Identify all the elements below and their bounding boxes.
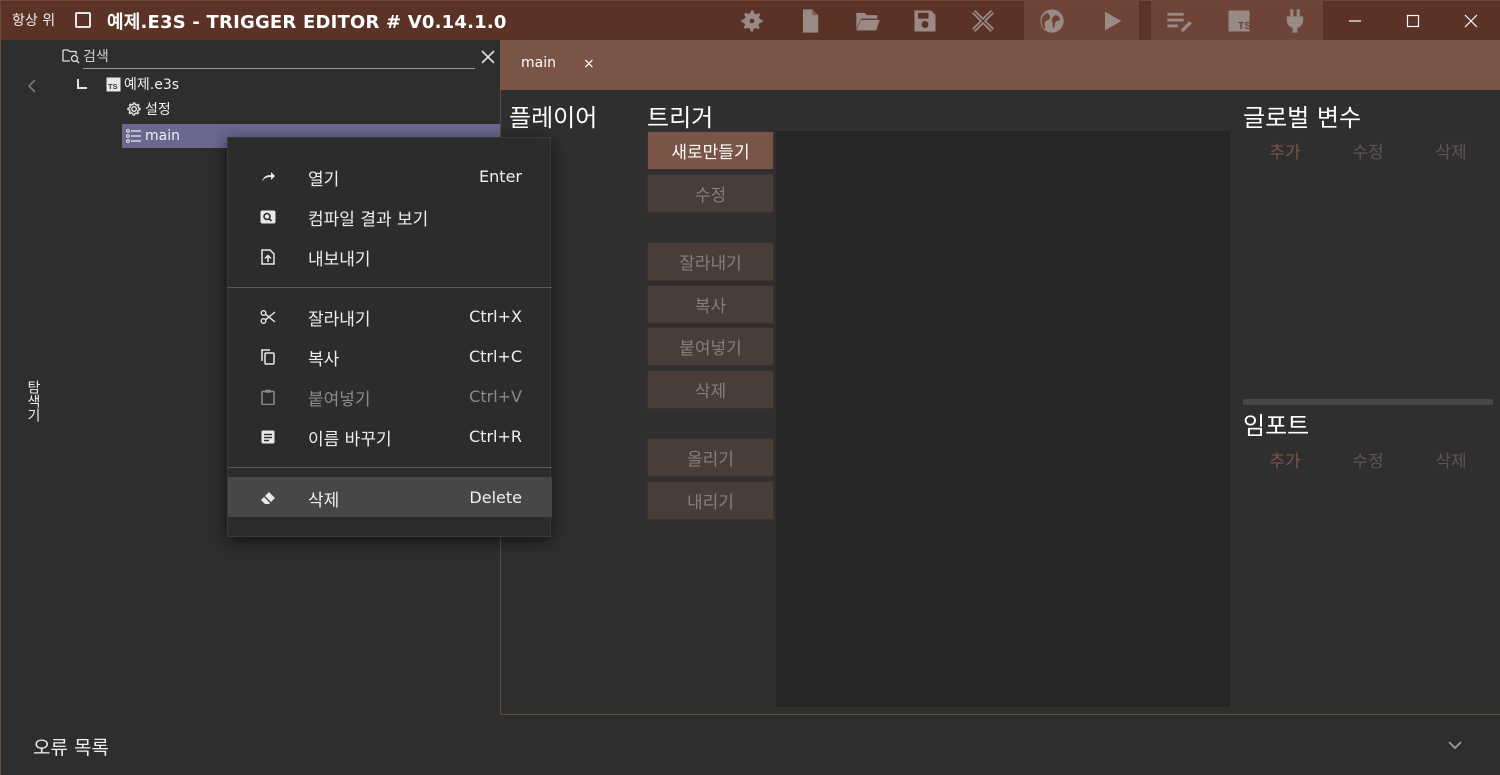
open-folder-icon[interactable] (852, 5, 884, 37)
always-on-top-label: 항상 위 (12, 13, 56, 29)
menu-item-cut[interactable]: 잘라내기 Ctrl+X (228, 296, 552, 336)
import-add-button[interactable]: 추가 (1250, 447, 1320, 472)
menu-item-rename[interactable]: 이름 바꾸기 Ctrl+R (228, 416, 552, 456)
player-section-title: 플레이어 (509, 104, 598, 132)
menu-item-open[interactable]: 열기 Enter (228, 156, 552, 196)
play-icon[interactable] (1096, 5, 1128, 37)
scissors-icon (259, 308, 277, 326)
trigger-section-title: 트리거 (647, 104, 714, 132)
open-arrow-icon (259, 168, 277, 186)
eraser-icon (259, 489, 277, 507)
tab-close-button[interactable]: × (583, 56, 595, 72)
copy-icon (259, 348, 277, 366)
paste-trigger-button[interactable]: 붙여넣기 (647, 327, 774, 366)
edit-trigger-button[interactable]: 수정 (647, 174, 774, 213)
edit-list-icon[interactable] (1163, 5, 1195, 37)
tree-item-label: 예제.e3s (124, 77, 180, 93)
menu-separator (228, 467, 552, 468)
window-title: 예제.E3S - TRIGGER EDITOR # V0.14.1.0 (107, 12, 507, 33)
move-up-button[interactable]: 올리기 (647, 438, 774, 477)
delete-trigger-button[interactable]: 삭제 (647, 370, 774, 409)
list-icon (126, 128, 142, 144)
tree-expand-icon[interactable] (77, 79, 87, 89)
menu-item-label: 열기 (308, 170, 340, 190)
global-vars-title: 글로벌 변수 (1243, 104, 1362, 132)
menu-item-shortcut: Ctrl+R (469, 427, 522, 446)
minimize-button[interactable] (1331, 1, 1379, 40)
search-input[interactable] (83, 45, 475, 69)
menu-separator (228, 287, 552, 288)
new-trigger-button[interactable]: 새로만들기 (647, 131, 774, 170)
rename-icon (259, 428, 277, 446)
menu-item-shortcut: Ctrl+V (469, 387, 522, 406)
globe-icon[interactable] (1036, 5, 1068, 37)
import-section-title: 임포트 (1243, 412, 1310, 440)
clear-search-icon[interactable] (479, 48, 497, 66)
trigger-list[interactable] (776, 131, 1230, 707)
menu-item-shortcut: Ctrl+C (468, 347, 522, 366)
import-edit-button[interactable]: 수정 (1333, 447, 1403, 472)
search-box-icon (259, 208, 277, 226)
chevron-left-icon[interactable] (25, 77, 39, 95)
folder-search-icon (62, 48, 80, 64)
menu-item-label: 삭제 (308, 491, 340, 511)
trigger-editor-area: 플레이어 트리거 새로만들기 수정 잘라내기 복사 붙여넣기 삭제 올리기 내리… (500, 90, 1500, 715)
close-button[interactable] (1447, 1, 1495, 40)
menu-item-label: 컴파일 결과 보기 (308, 210, 429, 230)
menu-item-paste[interactable]: 붙여넣기 Ctrl+V (228, 376, 552, 416)
panel-splitter[interactable] (1243, 399, 1493, 405)
title-bar: 항상 위 예제.E3S - TRIGGER EDITOR # V0.14.1.0 (1, 1, 1500, 40)
move-down-button[interactable]: 내리기 (647, 481, 774, 520)
chevron-down-icon[interactable] (1446, 737, 1464, 751)
settings-icon[interactable] (736, 5, 768, 37)
document-tab-bar: main × (500, 40, 1500, 90)
tree-item-label: main (145, 128, 180, 144)
explorer-side-tab[interactable]: 탐색기 (23, 380, 43, 440)
new-file-icon[interactable] (794, 5, 826, 37)
typescript-icon[interactable]: TS (1223, 5, 1255, 37)
error-list-title[interactable]: 오류 목록 (33, 733, 109, 760)
clipboard-icon (259, 388, 277, 406)
global-var-add-button[interactable]: 추가 (1250, 138, 1320, 163)
menu-item-shortcut: Delete (469, 488, 522, 507)
plugin-icon[interactable] (1279, 5, 1311, 37)
ts-file-icon: TS (105, 76, 121, 92)
menu-item-copy[interactable]: 복사 Ctrl+C (228, 336, 552, 376)
menu-item-compile-result[interactable]: 컴파일 결과 보기 (228, 196, 552, 236)
menu-item-export[interactable]: 내보내기 (228, 236, 552, 276)
menu-item-shortcut: Ctrl+X (469, 307, 522, 326)
export-file-icon (259, 248, 277, 266)
save-icon[interactable] (909, 5, 941, 37)
gear-icon (126, 101, 142, 117)
global-var-delete-button[interactable]: 삭제 (1416, 138, 1486, 163)
copy-trigger-button[interactable]: 복사 (647, 285, 774, 324)
menu-item-label: 이름 바꾸기 (308, 430, 392, 450)
maximize-button[interactable] (1389, 1, 1437, 40)
menu-item-label: 붙여넣기 (308, 390, 371, 410)
svg-text:TS: TS (1238, 20, 1251, 32)
menu-item-delete[interactable]: 삭제 Delete (228, 477, 552, 517)
always-on-top-checkbox[interactable] (75, 12, 91, 28)
import-delete-button[interactable]: 삭제 (1416, 447, 1486, 472)
tab-main[interactable]: main (521, 55, 556, 71)
svg-text:TS: TS (108, 82, 118, 91)
menu-item-label: 내보내기 (308, 250, 371, 270)
menu-item-label: 복사 (308, 350, 340, 370)
error-list-panel: 오류 목록 (1, 715, 1500, 775)
global-var-edit-button[interactable]: 수정 (1333, 138, 1403, 163)
close-tools-icon[interactable] (967, 5, 999, 37)
cut-trigger-button[interactable]: 잘라내기 (647, 242, 774, 281)
app-window: 항상 위 예제.E3S - TRIGGER EDITOR # V0.14.1.0 (0, 0, 1500, 775)
tree-item-settings[interactable]: 설정 (126, 97, 171, 121)
menu-item-shortcut: Enter (479, 167, 522, 186)
tree-item-label: 설정 (145, 102, 171, 118)
menu-item-label: 잘라내기 (308, 310, 371, 330)
context-menu: 열기 Enter 컴파일 결과 보기 내보내기 잘라내기 Ctrl+X 복사 C… (227, 137, 552, 537)
tree-item-project[interactable]: TS 예제.e3s (77, 72, 179, 96)
